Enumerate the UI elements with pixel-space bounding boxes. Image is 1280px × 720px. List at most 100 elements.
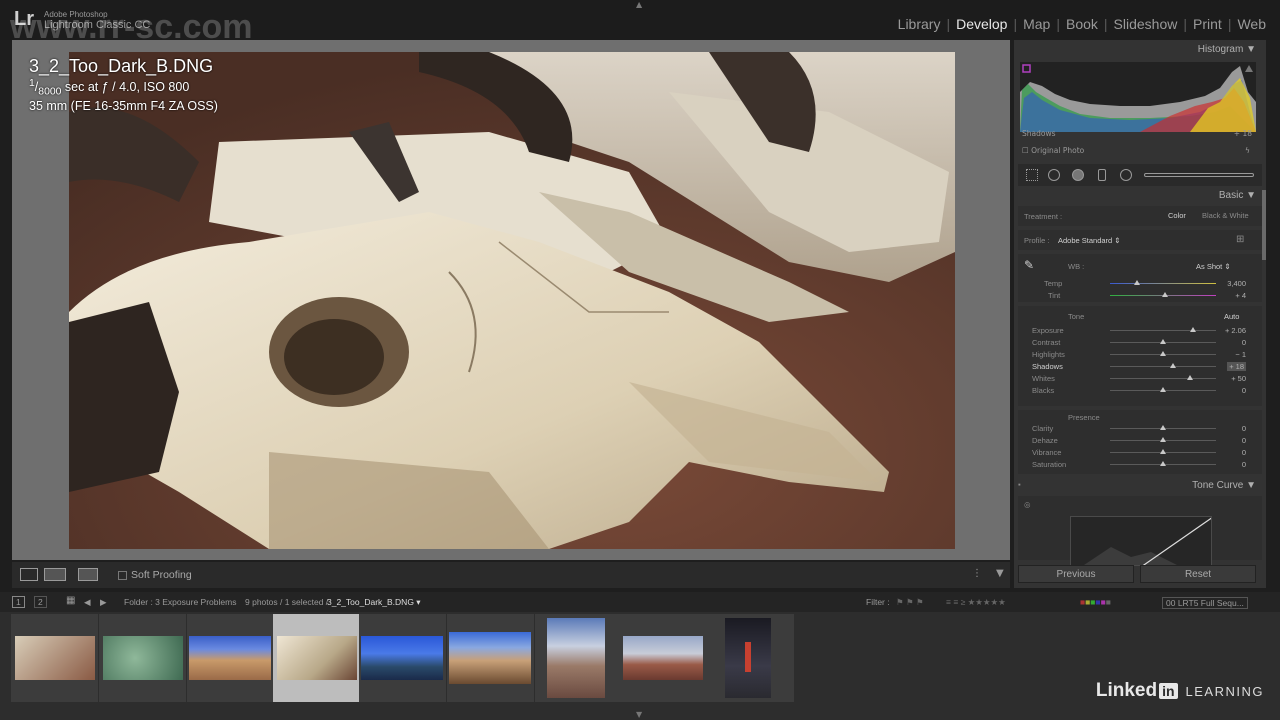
highlight-clipping-indicator[interactable] [1245, 65, 1253, 72]
module-map[interactable]: Map [1017, 16, 1056, 32]
collection-dropdown[interactable]: 00 LRT5 Full Sequ... [1162, 597, 1248, 609]
collapse-bottom-arrow-icon[interactable]: ▼ [636, 710, 642, 719]
targeted-adjustment-icon[interactable]: ◎ [1024, 500, 1031, 509]
vibrance-slider[interactable] [1110, 449, 1216, 454]
exposure-value[interactable]: + 2.06 [1225, 326, 1246, 335]
module-develop[interactable]: Develop [950, 16, 1013, 32]
tone-curve-panel-header[interactable]: Tone Curve ▼ [1192, 480, 1256, 491]
graduated-filter-icon[interactable] [1098, 169, 1106, 181]
module-book[interactable]: Book [1060, 16, 1104, 32]
module-library[interactable]: Library [892, 16, 947, 32]
back-arrow-icon[interactable]: ◀ [84, 597, 91, 608]
exposure-slider[interactable] [1110, 327, 1216, 332]
dehaze-value[interactable]: 0 [1242, 436, 1246, 445]
gray-label-icon[interactable]: ■ [1106, 597, 1111, 607]
grid-view-icon[interactable]: ▦ [66, 595, 75, 606]
blacks-slider[interactable] [1110, 387, 1216, 392]
selected-filename[interactable]: 3_2_Too_Dark_B.DNG ▾ [327, 597, 421, 608]
before-after-swap-icon[interactable] [78, 568, 98, 581]
filmstrip-cell-4-selected[interactable] [273, 614, 360, 702]
profile-dropdown[interactable]: Adobe Standard ⇕ [1058, 236, 1121, 245]
histogram[interactable] [1020, 62, 1256, 132]
shadow-clipping-indicator[interactable] [1022, 64, 1031, 73]
clarity-knob[interactable] [1160, 425, 1166, 430]
dehaze-slider[interactable] [1110, 437, 1216, 442]
collapse-top-arrow-icon[interactable]: ▲ [636, 0, 642, 9]
radial-filter-icon[interactable] [1120, 169, 1132, 181]
basic-panel-header[interactable]: Basic ▼ [1219, 190, 1256, 201]
whites-value[interactable]: + 50 [1231, 374, 1246, 383]
loupe-view-icon[interactable] [20, 568, 38, 581]
filter-stars-icon[interactable]: ≡ ≡ ≥ ★★★★★ [946, 597, 1006, 608]
filmstrip-cell-8[interactable] [621, 614, 708, 702]
filter-color-labels[interactable]: ■■■■■■ [1080, 597, 1111, 607]
contrast-value[interactable]: 0 [1242, 338, 1246, 347]
temp-knob[interactable] [1133, 280, 1140, 285]
screen-2-button[interactable]: 2 [34, 596, 47, 608]
shadows-slider[interactable] [1110, 363, 1216, 368]
reset-button[interactable]: Reset [1140, 565, 1256, 583]
before-after-icon[interactable] [44, 568, 66, 581]
whites-knob[interactable] [1186, 375, 1193, 380]
auto-tone-button[interactable]: Auto [1224, 312, 1239, 321]
panel-switch-icon[interactable]: ▪ [1018, 480, 1021, 489]
tint-knob[interactable] [1162, 292, 1169, 297]
eyedropper-icon[interactable]: ✎ [1024, 258, 1034, 272]
filter-flags-icon[interactable]: ⚑ ⚑ ⚑ [896, 597, 924, 608]
module-print[interactable]: Print [1187, 16, 1228, 32]
vibrance-knob[interactable] [1160, 449, 1166, 454]
shadows-knob[interactable] [1169, 363, 1176, 368]
exposure-knob[interactable] [1189, 327, 1196, 332]
highlights-knob[interactable] [1160, 351, 1166, 356]
temp-slider[interactable] [1110, 280, 1216, 285]
saturation-value[interactable]: 0 [1242, 460, 1246, 469]
blacks-knob[interactable] [1160, 387, 1166, 392]
module-slideshow[interactable]: Slideshow [1108, 16, 1184, 32]
filmstrip-cell-5[interactable] [359, 614, 446, 702]
blacks-value[interactable]: 0 [1242, 386, 1246, 395]
treatment-color[interactable]: Color [1168, 211, 1186, 220]
panel-scrollbar[interactable] [1262, 190, 1266, 260]
toolbar-options-icon[interactable]: ⋮ [972, 568, 982, 579]
crop-icon[interactable] [1026, 169, 1038, 181]
tint-slider[interactable] [1110, 292, 1216, 297]
dehaze-knob[interactable] [1160, 437, 1166, 442]
red-eye-icon[interactable] [1072, 169, 1084, 181]
highlights-value[interactable]: − 1 [1235, 350, 1246, 359]
profile-browser-icon[interactable]: ⊞ [1236, 234, 1244, 245]
spot-removal-icon[interactable] [1048, 169, 1060, 181]
forward-arrow-icon[interactable]: ▶ [100, 597, 107, 608]
original-photo-checkbox[interactable]: ☐ Original Photo [1022, 146, 1084, 155]
treatment-black-white[interactable]: Black & White [1202, 211, 1249, 220]
toolbar-menu-chevron-icon[interactable]: ▼ [996, 568, 1004, 579]
develop-photo[interactable] [69, 52, 955, 549]
adjustment-brush-icon[interactable] [1144, 173, 1254, 177]
contrast-knob[interactable] [1160, 339, 1166, 344]
wb-dropdown[interactable]: As Shot ⇕ [1196, 262, 1231, 271]
module-web[interactable]: Web [1231, 16, 1272, 32]
lightning-icon[interactable]: ϟ [1245, 146, 1250, 155]
contrast-slider[interactable] [1110, 339, 1216, 344]
temp-value[interactable]: 3,400 [1227, 279, 1246, 288]
filmstrip-cell-9[interactable] [707, 614, 794, 702]
filmstrip-cell-2[interactable] [99, 614, 186, 702]
clarity-value[interactable]: 0 [1242, 424, 1246, 433]
tint-value[interactable]: + 4 [1235, 291, 1246, 300]
saturation-knob[interactable] [1160, 461, 1166, 466]
tone-curve-graph[interactable] [1070, 516, 1212, 566]
filmstrip-cell-7[interactable] [535, 614, 622, 702]
saturation-slider[interactable] [1110, 461, 1216, 466]
screen-1-button[interactable]: 1 [12, 596, 25, 608]
filmstrip-cell-1[interactable] [11, 614, 98, 702]
image-canvas[interactable]: 3_2_Too_Dark_B.DNG 1/8000 sec at ƒ / 4.0… [12, 40, 1010, 560]
shadows-value[interactable]: + 18 [1227, 362, 1246, 371]
highlights-slider[interactable] [1110, 351, 1216, 356]
whites-slider[interactable] [1110, 375, 1216, 380]
histogram-panel-header[interactable]: Histogram ▼ [1198, 44, 1256, 55]
clarity-slider[interactable] [1110, 425, 1216, 430]
filmstrip-cell-6[interactable] [447, 614, 534, 702]
soft-proofing-checkbox[interactable] [118, 571, 127, 580]
vibrance-value[interactable]: 0 [1242, 448, 1246, 457]
filmstrip-cell-3[interactable] [187, 614, 274, 702]
previous-button[interactable]: Previous [1018, 565, 1134, 583]
